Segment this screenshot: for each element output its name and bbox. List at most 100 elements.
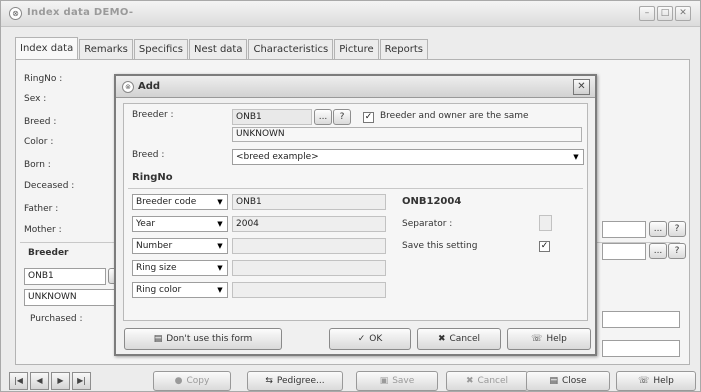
purchased-field-right[interactable] <box>602 311 680 328</box>
ringno-part-field-5[interactable] <box>232 282 386 298</box>
ringno-part-field-4[interactable] <box>232 260 386 276</box>
checkmark-icon: ✓ <box>357 334 366 344</box>
save-icon: ▣ <box>379 376 389 386</box>
dialog-breeder-name-field[interactable]: UNKNOWN <box>232 127 582 142</box>
dialog-breeder-code-field[interactable]: ONB1 <box>232 109 312 125</box>
tab-reports[interactable]: Reports <box>379 39 428 59</box>
dialog-title-bar: ⊗ Add ✕ <box>116 76 595 98</box>
mother-field-right[interactable] <box>602 243 646 260</box>
ringno-part-select-4[interactable]: Ring size ▼ <box>132 260 228 276</box>
ringno-part-value-2: Year <box>136 219 156 229</box>
dialog-cancel-label: Cancel <box>449 334 481 344</box>
breeder-name-field[interactable]: UNKNOWN <box>24 289 124 306</box>
born-label: Born : <box>24 160 51 170</box>
breeder-code-field[interactable]: ONB1 <box>24 268 106 285</box>
father-help-button[interactable]: ? <box>668 221 686 237</box>
purchased-label: Purchased : <box>30 314 83 324</box>
chevron-down-icon: ▼ <box>217 242 223 250</box>
dialog-breed-label: Breed : <box>132 150 165 160</box>
dialog-icon: ⊗ <box>122 81 134 93</box>
mother-label: Mother : <box>24 225 62 235</box>
cancel-icon: ✖ <box>437 334 446 344</box>
ringno-part-select-5[interactable]: Ring color ▼ <box>132 282 228 298</box>
help-icon: ☏ <box>638 376 650 386</box>
copy-icon: ● <box>174 376 183 386</box>
extra-field-right[interactable] <box>602 340 680 357</box>
save-setting-label: Save this setting <box>402 241 478 251</box>
dialog-close-button[interactable]: ✕ <box>573 79 590 95</box>
app-icon: ⊗ <box>9 7 22 20</box>
tab-picture[interactable]: Picture <box>334 39 379 59</box>
mother-browse-button[interactable]: ... <box>649 243 667 259</box>
tab-index-data[interactable]: Index data <box>15 37 79 59</box>
add-dialog: ⊗ Add ✕ Breeder : ONB1 ... ? ✓ Breeder a… <box>114 74 597 356</box>
maximize-button[interactable]: □ <box>657 6 673 21</box>
ringno-part-select-3[interactable]: Number ▼ <box>132 238 228 254</box>
dialog-help-label: Help <box>546 334 567 344</box>
last-record-button[interactable]: ▶| <box>72 372 91 390</box>
separator-field[interactable] <box>539 215 552 231</box>
father-browse-button[interactable]: ... <box>649 221 667 237</box>
cancel-label: Cancel <box>477 376 509 386</box>
mother-help-button[interactable]: ? <box>668 243 686 259</box>
tab-nest-data[interactable]: Nest data <box>189 39 248 59</box>
dialog-divider <box>128 188 583 189</box>
help-label: Help <box>653 376 674 386</box>
ringno-part-value-3: Number <box>136 241 173 251</box>
dont-use-form-label: Don't use this form <box>166 334 253 344</box>
tab-remarks[interactable]: Remarks <box>79 39 133 59</box>
ok-button[interactable]: ✓ OK <box>329 328 411 350</box>
copy-label: Copy <box>186 376 210 386</box>
copy-button[interactable]: ● Copy <box>153 371 231 391</box>
ringno-label: RingNo : <box>24 74 63 84</box>
first-record-button[interactable]: |◀ <box>9 372 28 390</box>
chevron-down-icon: ▼ <box>217 220 223 228</box>
dialog-content: Breeder : ONB1 ... ? ✓ Breeder and owner… <box>123 103 588 321</box>
tab-characteristics[interactable]: Characteristics <box>248 39 334 59</box>
father-field-right[interactable] <box>602 221 646 238</box>
dialog-cancel-button[interactable]: ✖ Cancel <box>417 328 501 350</box>
dialog-breeder-browse-button[interactable]: ... <box>314 109 332 125</box>
bottom-toolbar: |◀ ◀ ▶ ▶| ● Copy ⇆ Pedigree... ▣ Save ✖ Canc… <box>1 368 700 392</box>
dialog-breed-value: <breed example> <box>236 152 319 162</box>
next-record-button[interactable]: ▶ <box>51 372 70 390</box>
save-setting-checkbox[interactable]: ✓ <box>539 241 550 252</box>
ringno-part-field-1[interactable]: ONB1 <box>232 194 386 210</box>
help-icon: ☏ <box>531 334 543 344</box>
deceased-label: Deceased : <box>24 181 75 191</box>
help-button[interactable]: ☏ Help <box>616 371 696 391</box>
dont-use-form-button[interactable]: ▤ Don't use this form <box>124 328 282 350</box>
window-title: Index data DEMO- <box>27 7 134 18</box>
chevron-down-icon: ▼ <box>217 286 223 294</box>
sex-label: Sex : <box>24 94 47 104</box>
prev-record-button[interactable]: ◀ <box>30 372 49 390</box>
ringno-part-select-2[interactable]: Year ▼ <box>132 216 228 232</box>
breeder-heading: Breeder <box>28 248 69 258</box>
dialog-breeder-help-button[interactable]: ? <box>333 109 351 125</box>
same-owner-label: Breeder and owner are the same <box>380 111 529 121</box>
chevron-down-icon: ▼ <box>573 153 579 161</box>
dialog-help-button[interactable]: ☏ Help <box>507 328 591 350</box>
ringno-part-select-1[interactable]: Breeder code ▼ <box>132 194 228 210</box>
cancel-button[interactable]: ✖ Cancel <box>446 371 528 391</box>
ringno-preview: ONB12004 <box>402 196 462 207</box>
ringno-part-field-3[interactable] <box>232 238 386 254</box>
dialog-title: Add <box>138 81 161 92</box>
same-owner-checkbox[interactable]: ✓ <box>363 112 374 123</box>
dialog-breed-select[interactable]: <breed example> ▼ <box>232 149 584 165</box>
save-button[interactable]: ▣ Save <box>356 371 438 391</box>
chevron-down-icon: ▼ <box>217 198 223 206</box>
minimize-button[interactable]: – <box>639 6 655 21</box>
ringno-part-field-2[interactable]: 2004 <box>232 216 386 232</box>
cancel-icon: ✖ <box>465 376 474 386</box>
close-button[interactable]: ✕ <box>675 6 691 21</box>
ringno-part-value-5: Ring color <box>136 285 182 295</box>
pedigree-button[interactable]: ⇆ Pedigree... <box>247 371 343 391</box>
form-icon: ▤ <box>153 334 163 344</box>
tab-specifics[interactable]: Specifics <box>133 39 189 59</box>
separator-label: Separator : <box>402 219 453 229</box>
save-label: Save <box>392 376 415 386</box>
close-form-button[interactable]: ▤ Close <box>526 371 610 391</box>
close-form-icon: ▤ <box>549 376 558 386</box>
ringno-part-value-1: Breeder code <box>136 197 197 207</box>
